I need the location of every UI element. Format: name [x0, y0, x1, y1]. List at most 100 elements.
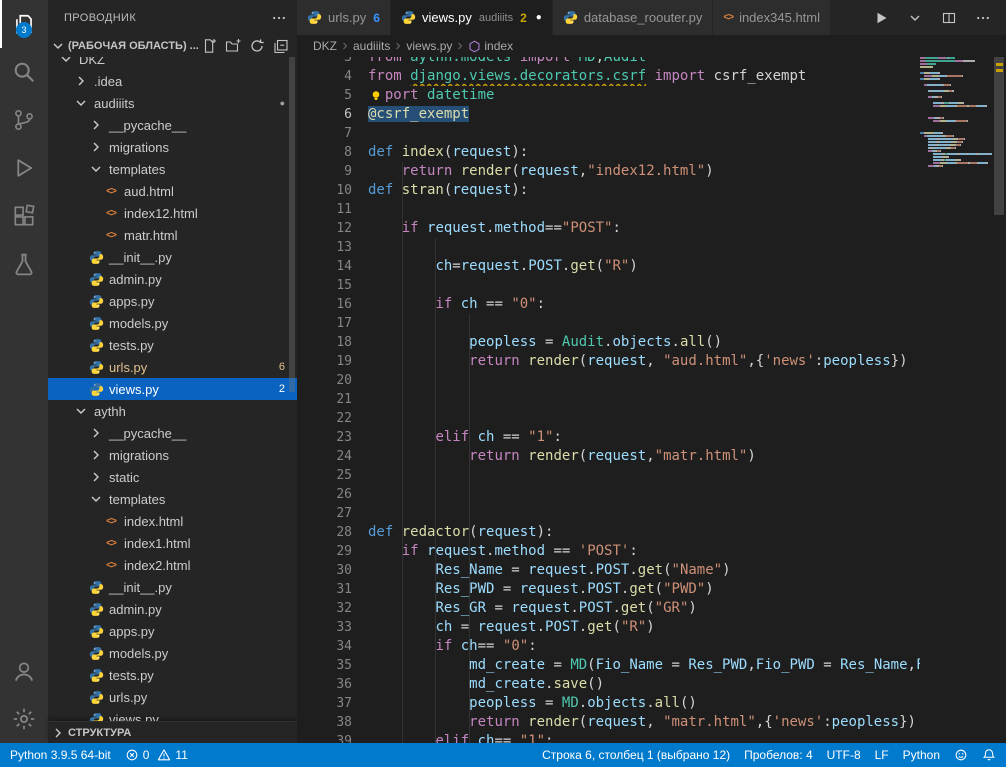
activity-settings-gear[interactable] — [0, 695, 48, 743]
tree-item-tests.py[interactable]: tests.py — [48, 664, 297, 686]
tree-item-admin.py[interactable]: admin.py — [48, 268, 297, 290]
tab-views.py[interactable]: views.pyaudiiits2● — [391, 0, 553, 35]
line-number[interactable]: 4 — [297, 67, 352, 86]
tree-item-index2.html[interactable]: <>index2.html — [48, 554, 297, 576]
ellipsis-icon[interactable] — [972, 7, 994, 29]
line-number[interactable]: 33 — [297, 618, 352, 637]
status-cursor-position[interactable]: Строка 6, столбец 1 (выбрано 12) — [542, 748, 730, 762]
code-line-16[interactable]: 16 if ch == "0": — [297, 295, 920, 314]
breadcrumb-item-index[interactable]: index — [468, 39, 513, 53]
code-editor[interactable]: 3from aythh.models import MD,Audit4from … — [297, 57, 1006, 743]
tree-item-migrations[interactable]: migrations — [48, 444, 297, 466]
status-eol[interactable]: LF — [875, 748, 889, 762]
line-number[interactable]: 19 — [297, 352, 352, 371]
line-number[interactable]: 35 — [297, 656, 352, 675]
activity-search[interactable] — [0, 48, 48, 96]
tree-item-models.py[interactable]: models.py — [48, 312, 297, 334]
line-number[interactable]: 17 — [297, 314, 352, 333]
run-icon[interactable] — [870, 7, 892, 29]
breadcrumb-item-views.py[interactable]: views.py — [406, 39, 452, 53]
code-line-20[interactable]: 20 — [297, 371, 920, 390]
activity-account[interactable] — [0, 647, 48, 695]
tree-item-urls.py[interactable]: urls.py — [48, 686, 297, 708]
line-number[interactable]: 12 — [297, 219, 352, 238]
minimap[interactable] — [920, 57, 992, 168]
scrollbar-thumb[interactable] — [994, 57, 1004, 215]
code-line-33[interactable]: 33 ch = request.POST.get("R") — [297, 618, 920, 637]
status-indentation[interactable]: Пробелов: 4 — [744, 748, 813, 762]
code-line-31[interactable]: 31 Res_PWD = request.POST.get("PWD") — [297, 580, 920, 599]
sidebar-scrollbar[interactable] — [289, 57, 295, 392]
breadcrumb-item-DKZ[interactable]: DKZ — [313, 39, 337, 53]
code-line-36[interactable]: 36 md_create.save() — [297, 675, 920, 694]
line-number[interactable]: 32 — [297, 599, 352, 618]
code-line-34[interactable]: 34 if ch== "0": — [297, 637, 920, 656]
breadcrumb-item-audiiits[interactable]: audiiits — [353, 39, 390, 53]
status-python-version[interactable]: Python 3.9.5 64-bit — [10, 748, 111, 762]
line-number[interactable]: 27 — [297, 504, 352, 523]
tree-item-__pycache__[interactable]: __pycache__ — [48, 114, 297, 136]
status-feedback[interactable] — [954, 748, 968, 762]
lightbulb-icon[interactable] — [367, 87, 385, 105]
line-number[interactable]: 16 — [297, 295, 352, 314]
split-editor-icon[interactable] — [938, 7, 960, 29]
tree-item-.idea[interactable]: .idea — [48, 70, 297, 92]
tab-urls.py[interactable]: urls.py6 — [297, 0, 391, 35]
code-line-21[interactable]: 21 — [297, 390, 920, 409]
new-file-icon[interactable] — [199, 36, 219, 56]
tree-item-views.py[interactable]: views.py — [48, 708, 297, 721]
line-number[interactable]: 36 — [297, 675, 352, 694]
refresh-icon[interactable] — [247, 36, 267, 56]
tree-item-index1.html[interactable]: <>index1.html — [48, 532, 297, 554]
tree-item-matr.html[interactable]: <>matr.html — [48, 224, 297, 246]
line-number[interactable]: 10 — [297, 181, 352, 200]
line-number[interactable]: 11 — [297, 200, 352, 219]
line-number[interactable]: 38 — [297, 713, 352, 732]
tree-item-views.py[interactable]: views.py2 — [48, 378, 297, 400]
line-number[interactable]: 29 — [297, 542, 352, 561]
code-line-37[interactable]: 37 peopless = MD.objects.all() — [297, 694, 920, 713]
tree-item-audiiits[interactable]: audiiits● — [48, 92, 297, 114]
code-line-9[interactable]: 9 return render(request,"index12.html") — [297, 162, 920, 181]
code-line-22[interactable]: 22 — [297, 409, 920, 428]
tree-item-__init__.py[interactable]: __init__.py — [48, 246, 297, 268]
line-number[interactable]: 8 — [297, 143, 352, 162]
code-line-11[interactable]: 11 — [297, 200, 920, 219]
tree-item-templates[interactable]: templates — [48, 488, 297, 510]
code-line-6[interactable]: 6@csrf_exempt — [297, 105, 920, 124]
tree-item-__init__.py[interactable]: __init__.py — [48, 576, 297, 598]
status-problems[interactable]: 011 — [125, 748, 188, 762]
tree-item-aythh[interactable]: aythh — [48, 400, 297, 422]
line-number[interactable]: 3 — [297, 57, 352, 67]
line-number[interactable]: 15 — [297, 276, 352, 295]
tree-item-static[interactable]: static — [48, 466, 297, 488]
tree-item-aud.html[interactable]: <>aud.html — [48, 180, 297, 202]
tree-item-index12.html[interactable]: <>index12.html — [48, 202, 297, 224]
new-folder-icon[interactable] — [223, 36, 243, 56]
line-number[interactable]: 5 — [297, 86, 352, 105]
tree-item-tests.py[interactable]: tests.py — [48, 334, 297, 356]
chevron-down-icon[interactable] — [904, 7, 926, 29]
code-line-3[interactable]: 3from aythh.models import MD,Audit — [297, 57, 920, 67]
tree-item-apps.py[interactable]: apps.py — [48, 620, 297, 642]
line-number[interactable]: 22 — [297, 409, 352, 428]
code-line-28[interactable]: 28def redactor(request): — [297, 523, 920, 542]
tree-item-admin.py[interactable]: admin.py — [48, 598, 297, 620]
code-line-26[interactable]: 26 — [297, 485, 920, 504]
code-line-4[interactable]: 4from django.views.decorators.csrf impor… — [297, 67, 920, 86]
workspace-section-header[interactable]: (РАБОЧАЯ ОБЛАСТЬ) ... — [48, 35, 297, 57]
tree-item-index.html[interactable]: <>index.html — [48, 510, 297, 532]
code-line-30[interactable]: 30 Res_Name = request.POST.get("Name") — [297, 561, 920, 580]
line-number[interactable]: 9 — [297, 162, 352, 181]
code-line-23[interactable]: 23 elif ch == "1": — [297, 428, 920, 447]
line-number[interactable]: 31 — [297, 580, 352, 599]
line-number[interactable]: 39 — [297, 732, 352, 743]
line-number[interactable]: 20 — [297, 371, 352, 390]
activity-files[interactable]: 3 — [0, 0, 48, 48]
line-number[interactable]: 18 — [297, 333, 352, 352]
code-line-32[interactable]: 32 Res_GR = request.POST.get("GR") — [297, 599, 920, 618]
code-line-24[interactable]: 24 return render(request,"matr.html") — [297, 447, 920, 466]
more-actions-icon[interactable] — [269, 8, 289, 28]
tab-index345.html[interactable]: <>index345.html — [713, 0, 831, 35]
tree-item-migrations[interactable]: migrations — [48, 136, 297, 158]
